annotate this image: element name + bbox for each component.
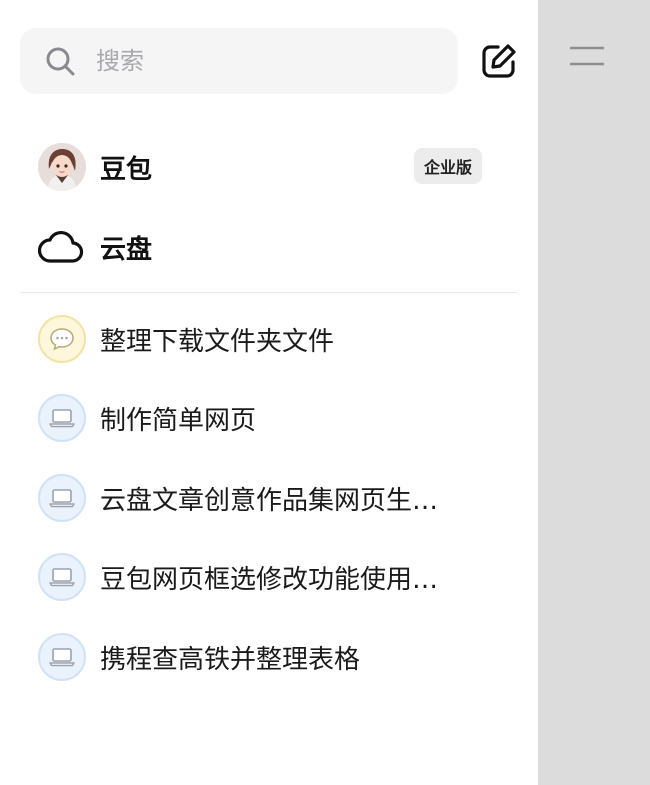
- chat-title: 整理下载文件夹文件: [100, 326, 335, 357]
- chat-title: 云盘文章创意作品集网页生…: [100, 485, 439, 516]
- new-chat-edit-icon[interactable]: [478, 40, 520, 82]
- list-item-chat[interactable]: 豆包网页框选修改功能使用…: [38, 553, 438, 601]
- laptop-icon: [38, 553, 86, 601]
- sidebar-item-cloud-drive[interactable]: 云盘: [38, 221, 152, 273]
- laptop-icon: [38, 633, 86, 681]
- cloud-icon: [38, 230, 84, 263]
- list-item-chat[interactable]: 携程查高铁并整理表格: [38, 633, 360, 681]
- sidebar-item-doubao[interactable]: 豆包: [38, 141, 152, 193]
- menu-icon[interactable]: [570, 44, 604, 68]
- dimmed-content-overlay[interactable]: [538, 0, 650, 785]
- list-item-chat[interactable]: 制作简单网页: [38, 394, 256, 442]
- avatar-icon: [38, 143, 86, 191]
- chat-title: 携程查高铁并整理表格: [100, 644, 361, 675]
- search-input[interactable]: [96, 47, 396, 75]
- search-icon: [46, 47, 75, 76]
- chat-title: 制作简单网页: [100, 405, 257, 436]
- divider: [20, 292, 517, 293]
- sidebar-drawer: 豆包 企业版 云盘 整理下载文件夹文件 制作简单网页: [0, 0, 538, 785]
- enterprise-badge: 企业版: [414, 148, 483, 184]
- search-box[interactable]: [20, 28, 458, 94]
- sidebar-item-label: 云盘: [100, 234, 153, 265]
- chat-bubble-icon: [38, 315, 86, 363]
- list-item-chat[interactable]: 整理下载文件夹文件: [38, 315, 334, 363]
- laptop-icon: [38, 474, 86, 522]
- chat-title: 豆包网页框选修改功能使用…: [100, 564, 439, 595]
- sidebar-item-label: 豆包: [100, 154, 153, 185]
- list-item-chat[interactable]: 云盘文章创意作品集网页生…: [38, 474, 438, 522]
- laptop-icon: [38, 394, 86, 442]
